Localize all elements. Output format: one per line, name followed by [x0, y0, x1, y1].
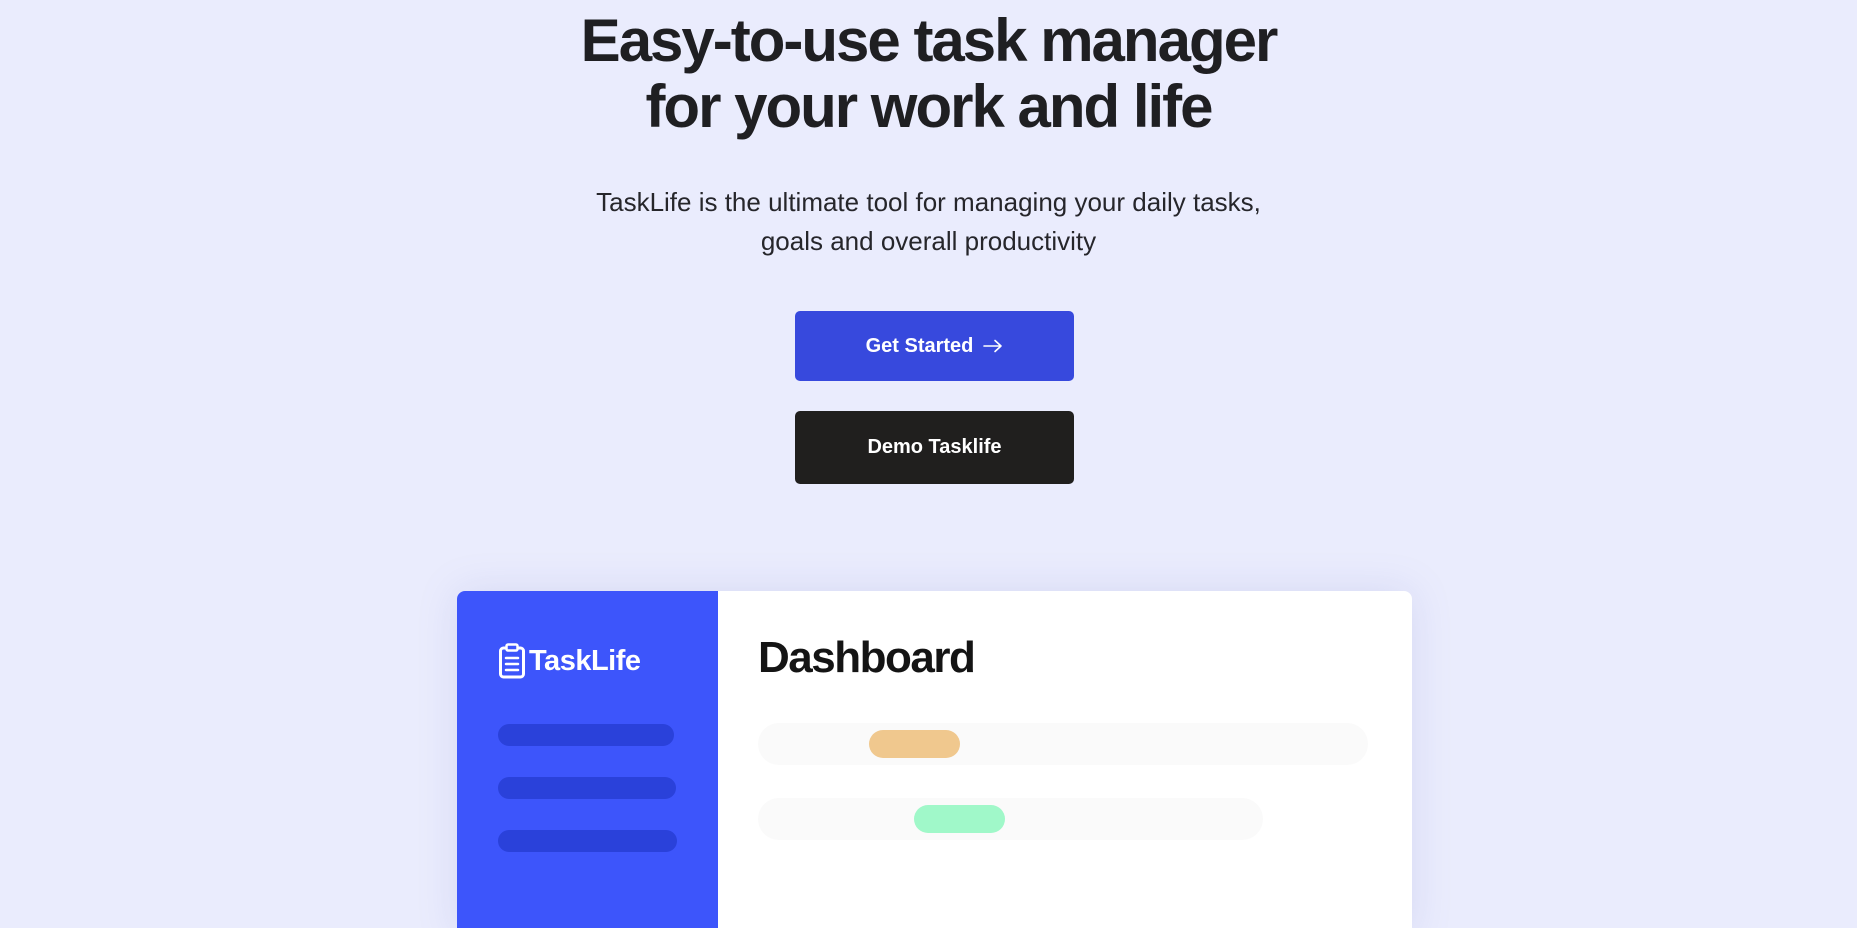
demo-tasklife-label: Demo Tasklife	[867, 436, 1002, 458]
task-row-2	[758, 798, 1263, 840]
hero-headline: Easy-to-use task manager for your work a…	[0, 8, 1857, 140]
headline-line-2: for your work and life	[645, 73, 1213, 140]
demo-tasklife-button[interactable]: Demo Tasklife	[795, 411, 1074, 484]
status-pill-green	[914, 805, 1005, 833]
sidebar-placeholder-2	[498, 777, 676, 799]
preview-logo: TaskLife	[498, 643, 641, 679]
preview-main: Dashboard	[718, 591, 1412, 928]
sidebar-placeholder-1	[498, 724, 674, 746]
status-pill-orange	[869, 730, 960, 758]
subtitle-line-2: goals and overall productivity	[760, 226, 1097, 256]
hero-subtitle: TaskLife is the ultimate tool for managi…	[0, 183, 1857, 261]
hero-section: Easy-to-use task manager for your work a…	[0, 0, 1857, 928]
clipboard-icon	[499, 643, 525, 679]
logo-text: TaskLife	[529, 644, 641, 677]
get-started-label: Get Started	[865, 334, 974, 357]
get-started-button[interactable]: Get Started	[795, 311, 1074, 381]
headline-line-1: Easy-to-use task manager	[580, 7, 1279, 74]
app-preview: TaskLife Dashboard	[457, 591, 1412, 928]
task-row-1	[758, 723, 1368, 765]
preview-sidebar: TaskLife	[457, 591, 718, 928]
arrow-right-icon	[983, 339, 1003, 353]
sidebar-placeholder-3	[498, 830, 677, 852]
subtitle-line-1: TaskLife is the ultimate tool for managi…	[596, 187, 1261, 217]
dashboard-title: Dashboard	[758, 633, 976, 682]
